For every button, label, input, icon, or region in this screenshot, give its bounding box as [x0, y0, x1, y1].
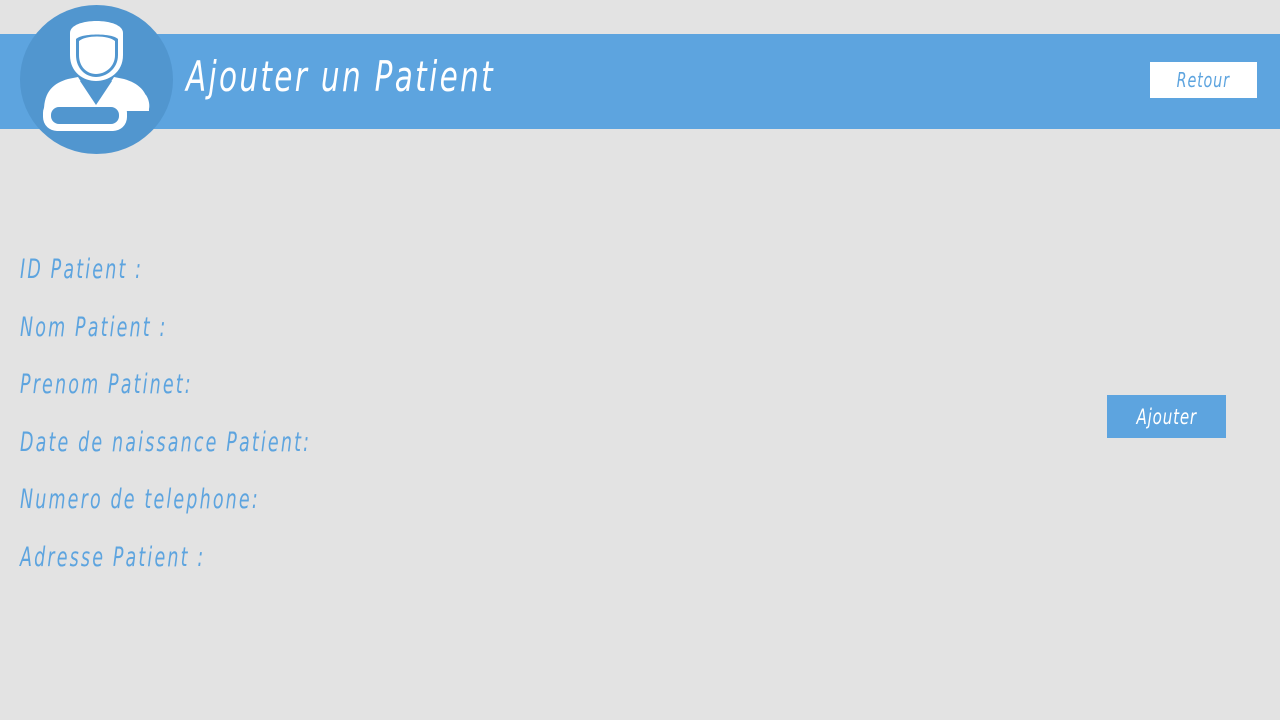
patient-form: ID Patient : Nom Patient : Prenom Patine… — [20, 250, 620, 595]
patient-avatar-graphic — [43, 21, 150, 131]
patient-icon — [20, 5, 173, 154]
back-button-label: Retour — [1176, 68, 1231, 92]
field-row-telephone: Numero de telephone: — [20, 480, 620, 538]
label-adresse: Adresse Patient : — [20, 541, 206, 573]
field-row-prenom: Prenom Patinet: — [20, 365, 620, 423]
label-patient-prenom: Prenom Patinet: — [20, 369, 193, 400]
add-patient-button-label: Ajouter — [1136, 404, 1197, 429]
field-row-adresse: Adresse Patient : — [20, 538, 620, 596]
label-patient-id: ID Patient : — [20, 254, 144, 285]
label-date-naissance: Date de naissance Patient: — [20, 426, 312, 458]
page-title: Ajouter un Patient — [186, 52, 496, 101]
field-row-date-naissance: Date de naissance Patient: — [20, 423, 620, 481]
field-row-nom: Nom Patient : — [20, 308, 620, 366]
add-patient-button[interactable]: Ajouter — [1107, 395, 1226, 438]
field-row-id: ID Patient : — [20, 250, 620, 308]
back-button[interactable]: Retour — [1150, 62, 1257, 98]
label-patient-nom: Nom Patient : — [20, 311, 168, 343]
label-telephone: Numero de telephone: — [20, 484, 260, 515]
